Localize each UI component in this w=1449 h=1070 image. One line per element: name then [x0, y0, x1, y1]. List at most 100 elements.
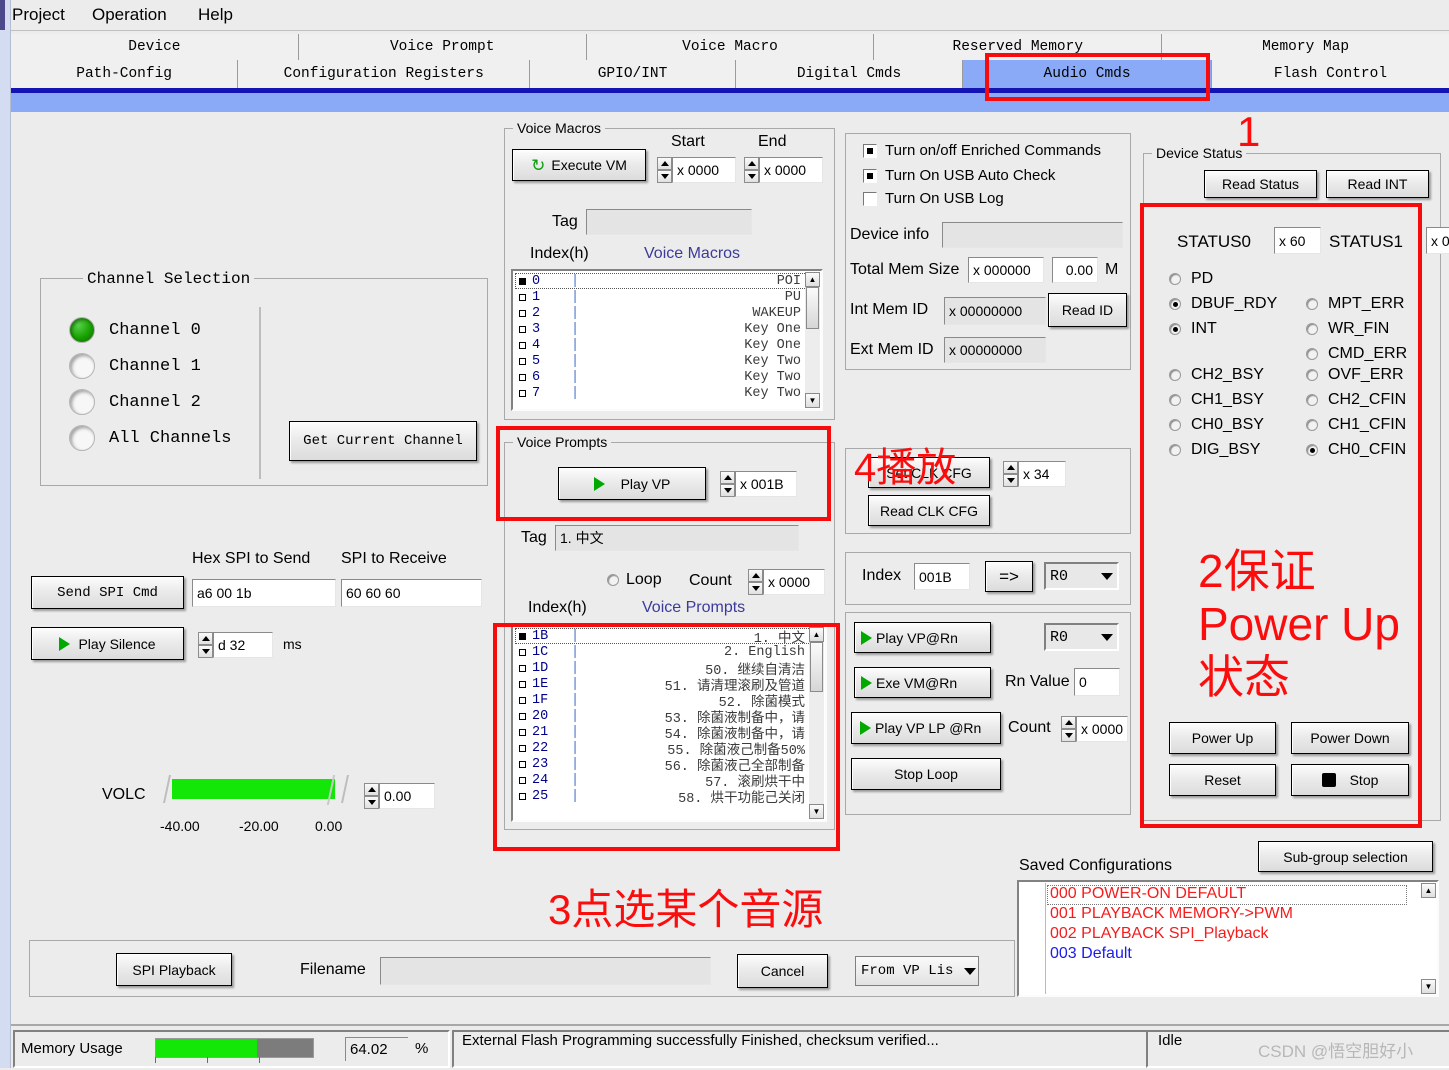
- rn-value-input[interactable]: 0: [1074, 668, 1120, 696]
- spi-to-receive-input[interactable]: 60 60 60: [341, 579, 482, 607]
- scroll-up-button[interactable]: ▲: [809, 627, 824, 642]
- tab-digital-cmds[interactable]: Digital Cmds: [735, 60, 964, 88]
- read-status-button[interactable]: Read Status: [1204, 170, 1317, 198]
- vp-index-spinner[interactable]: [720, 471, 735, 497]
- execute-vm-button[interactable]: ↻ Execute VM: [512, 149, 646, 181]
- tab-device[interactable]: Device: [11, 34, 299, 60]
- radio-all-channels[interactable]: All Channels: [69, 425, 231, 451]
- rn-count-input[interactable]: x 0000: [1076, 716, 1128, 742]
- volc-slider[interactable]: [163, 775, 362, 805]
- checkbox-usb-auto-check[interactable]: Turn On USB Auto Check: [863, 167, 1055, 184]
- spinner-down[interactable]: [657, 170, 672, 183]
- status-flag-pd[interactable]: PD: [1169, 270, 1213, 288]
- list-item[interactable]: 1B | 1. 中文: [515, 628, 811, 647]
- voice-prompts-scrollbar[interactable]: ▲ ▼: [809, 627, 824, 819]
- list-item[interactable]: 003 Default: [1047, 945, 1407, 965]
- voice-macros-scrollbar[interactable]: ▲ ▼: [805, 272, 820, 408]
- menu-item-operation[interactable]: Operation: [92, 5, 167, 25]
- scroll-up-button[interactable]: ▲: [1421, 883, 1436, 898]
- status-flag-ch0-bsy[interactable]: CH0_BSY: [1169, 416, 1264, 434]
- spinner-down[interactable]: [1003, 474, 1018, 487]
- list-item[interactable]: 5 | Key Two: [515, 353, 807, 369]
- list-item[interactable]: 1 | PU: [515, 289, 807, 305]
- status-flag-wr-fin[interactable]: WR_FIN: [1306, 320, 1389, 338]
- voice-macros-list-rows[interactable]: 0 | POI 1 | PU 2 | WAKEUP 3 | Key One 4 …: [515, 273, 807, 401]
- spinner-up[interactable]: [657, 157, 672, 170]
- hex-spi-to-send-input[interactable]: a6 00 1b: [192, 579, 336, 607]
- clk-value-input[interactable]: x 34: [1018, 461, 1066, 487]
- spinner-up[interactable]: [198, 632, 213, 645]
- voice-macros-list[interactable]: 0 | POI 1 | PU 2 | WAKEUP 3 | Key One 4 …: [511, 269, 823, 411]
- status-flag-dig-bsy[interactable]: DIG_BSY: [1169, 441, 1260, 459]
- vp-count-input[interactable]: x 0000: [763, 569, 825, 595]
- saved-configurations-list[interactable]: 000 POWER-ON DEFAULT 001 PLAYBACK MEMORY…: [1017, 880, 1439, 997]
- tab-audio-cmds[interactable]: Audio Cmds: [963, 60, 1212, 88]
- vp-index-input[interactable]: x 001B: [735, 471, 797, 497]
- silence-value-input[interactable]: d 32: [213, 632, 273, 658]
- status-flag-cmd-err[interactable]: CMD_ERR: [1306, 345, 1407, 363]
- volc-spinner[interactable]: [364, 783, 379, 809]
- radio-channel-1[interactable]: Channel 1: [69, 353, 201, 379]
- send-spi-cmd-button[interactable]: Send SPI Cmd: [31, 576, 184, 609]
- play-vp-lp-at-rn-button[interactable]: Play VP LP @Rn: [851, 712, 1001, 744]
- start-input[interactable]: x 0000: [672, 157, 736, 183]
- scroll-track[interactable]: [1421, 898, 1436, 979]
- spi-playback-button[interactable]: SPI Playback: [116, 953, 232, 986]
- list-item[interactable]: 4 | Key One: [515, 337, 807, 353]
- device-info-input[interactable]: [942, 222, 1123, 248]
- read-id-button[interactable]: Read ID: [1048, 293, 1127, 327]
- list-item[interactable]: 6 | Key Two: [515, 369, 807, 385]
- status-flag-ch1-cfin[interactable]: CH1_CFIN: [1306, 416, 1406, 434]
- list-item[interactable]: 2 | WAKEUP: [515, 305, 807, 321]
- status-flag-ch0-cfin[interactable]: CH0_CFIN: [1306, 441, 1406, 459]
- total-mem-size-input[interactable]: x 000000: [968, 257, 1044, 283]
- checkbox-enriched-commands[interactable]: Turn on/off Enriched Commands: [863, 142, 1101, 159]
- read-int-button[interactable]: Read INT: [1326, 170, 1429, 198]
- spinner-up[interactable]: [364, 783, 379, 796]
- list-item[interactable]: 3 | Key One: [515, 321, 807, 337]
- playback-source-select[interactable]: From VP Lis: [855, 956, 979, 986]
- spinner-up[interactable]: [744, 157, 759, 170]
- spinner-down[interactable]: [720, 484, 735, 497]
- spinner-down[interactable]: [198, 645, 213, 658]
- tab-row-bottom[interactable]: Path-Config Configuration Registers GPIO…: [11, 60, 1449, 88]
- scroll-up-button[interactable]: ▲: [805, 272, 820, 287]
- register-select-mid[interactable]: R0: [1044, 623, 1119, 651]
- cancel-button[interactable]: Cancel: [737, 954, 828, 988]
- silence-spinner[interactable]: [198, 632, 213, 658]
- spinner-down[interactable]: [744, 170, 759, 183]
- transfer-arrow-button[interactable]: =>: [985, 561, 1033, 592]
- spinner-up[interactable]: [1003, 461, 1018, 474]
- radio-channel-0[interactable]: Channel 0: [69, 317, 201, 343]
- tab-configuration-registers[interactable]: Configuration Registers: [238, 60, 531, 88]
- voice-prompts-list-rows[interactable]: 1B | 1. 中文 1C | 2. English 1D | 50. 继续自清…: [515, 628, 811, 807]
- play-vp-button[interactable]: Play VP: [558, 467, 706, 500]
- sub-group-selection-button[interactable]: Sub-group selection: [1258, 841, 1433, 872]
- tab-memory-map[interactable]: Memory Map: [1162, 34, 1449, 60]
- status-flag-mpt-err[interactable]: MPT_ERR: [1306, 295, 1404, 313]
- set-clk-cfg-button[interactable]: Set CLK CFG: [868, 457, 990, 488]
- scroll-down-button[interactable]: ▼: [1421, 979, 1436, 994]
- exe-vm-at-rn-button[interactable]: Exe VM@Rn: [854, 667, 991, 698]
- tab-voice-prompt[interactable]: Voice Prompt: [298, 34, 587, 60]
- play-silence-button[interactable]: Play Silence: [31, 627, 184, 660]
- ext-mem-id-input[interactable]: x 00000000: [944, 337, 1046, 363]
- spinner-down[interactable]: [748, 582, 763, 595]
- saved-configurations-rows[interactable]: 000 POWER-ON DEFAULT 001 PLAYBACK MEMORY…: [1047, 885, 1407, 965]
- tab-reserved-memory[interactable]: Reserved Memory: [874, 34, 1163, 60]
- clk-spinner[interactable]: [1003, 461, 1018, 487]
- radio-channel-2[interactable]: Channel 2: [69, 389, 201, 415]
- scroll-track[interactable]: [805, 329, 820, 393]
- spinner-up[interactable]: [720, 471, 735, 484]
- end-input[interactable]: x 0000: [759, 157, 823, 183]
- vm-tag-input[interactable]: [586, 209, 752, 235]
- register-select-top[interactable]: R0: [1044, 562, 1119, 590]
- list-item[interactable]: 0 | POI: [515, 273, 807, 289]
- play-vp-at-rn-button[interactable]: Play VP@Rn: [854, 622, 991, 653]
- tab-path-config[interactable]: Path-Config: [11, 60, 239, 88]
- spinner-up[interactable]: [1061, 716, 1076, 729]
- scroll-thumb[interactable]: [806, 287, 819, 329]
- power-down-button[interactable]: Power Down: [1291, 722, 1409, 754]
- stop-loop-button[interactable]: Stop Loop: [851, 758, 1001, 790]
- scroll-thumb[interactable]: [810, 642, 823, 692]
